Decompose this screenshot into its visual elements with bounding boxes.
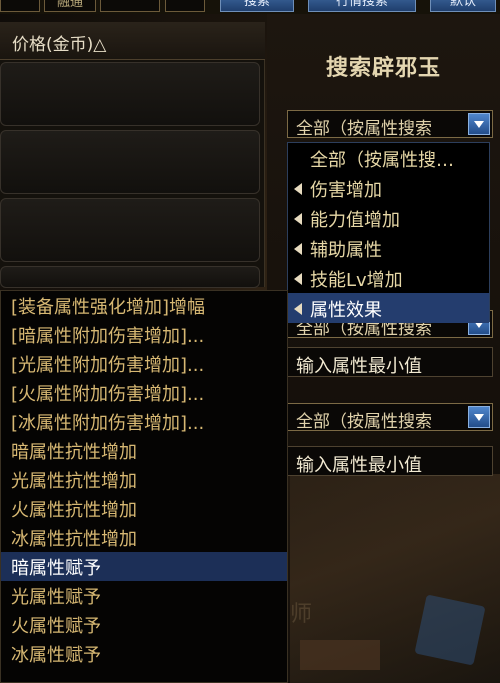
caret-left-icon: [294, 213, 302, 225]
category-select-value: 全部（按属性搜索: [296, 119, 432, 139]
result-row[interactable]: [0, 198, 260, 262]
price-column-header[interactable]: 价格(金币)△: [0, 22, 265, 60]
category-option-label: 能力值增加: [310, 210, 400, 231]
category-option-damage[interactable]: 伤害增加: [288, 173, 489, 203]
min-value-input-2[interactable]: 输入属性最小值: [287, 446, 493, 476]
caret-left-icon: [294, 183, 302, 195]
top-field-b[interactable]: [165, 0, 205, 12]
result-row[interactable]: [0, 130, 260, 194]
category-select[interactable]: 全部（按属性搜索: [287, 110, 493, 139]
caret-left-icon: [294, 303, 302, 315]
attribute-option[interactable]: 光属性赋予: [1, 581, 287, 610]
top-field-label[interactable]: 融通: [44, 0, 96, 12]
attribute-option[interactable]: [冰属性附加伤害增加]...: [1, 407, 287, 436]
attribute-option[interactable]: [光属性附加伤害增加]...: [1, 349, 287, 378]
category-option-stats[interactable]: 能力值增加: [288, 203, 489, 233]
category-option-label: 技能Lv增加: [310, 270, 403, 291]
top-field-a[interactable]: [100, 0, 160, 12]
chevron-down-icon[interactable]: [468, 406, 490, 428]
attribute-option[interactable]: 光属性抗性增加: [1, 465, 287, 494]
attribute-option[interactable]: [火属性附加伤害增加]...: [1, 378, 287, 407]
category-option-label: 辅助属性: [310, 240, 382, 261]
search-button[interactable]: 搜索: [220, 0, 294, 12]
attribute-option[interactable]: [装备属性强化增加]增幅: [1, 291, 287, 320]
attribute-dropdown-menu: [装备属性强化增加]增幅 [暗属性附加伤害增加]... [光属性附加伤害增加].…: [0, 290, 288, 683]
attribute-option[interactable]: 暗属性抗性增加: [1, 436, 287, 465]
attribute-select-2-value: 全部（按属性搜索: [296, 412, 432, 432]
scene-blue-crate: [414, 594, 486, 666]
category-option-all[interactable]: 全部（按属性搜…: [288, 143, 489, 173]
category-option-label: 全部（按属性搜…: [310, 150, 454, 171]
result-row[interactable]: [0, 266, 260, 288]
market-search-button[interactable]: 行情搜索: [308, 0, 416, 12]
search-panel-title: 搜索辟邪玉: [325, 55, 441, 81]
caret-left-icon: [294, 243, 302, 255]
category-option-label: 伤害增加: [310, 180, 382, 201]
caret-left-icon: [294, 273, 302, 285]
category-option-skill-level[interactable]: 技能Lv增加: [288, 263, 489, 293]
category-option-elemental[interactable]: 属性效果: [288, 293, 489, 323]
category-option-support[interactable]: 辅助属性: [288, 233, 489, 263]
scene-chest: [300, 640, 380, 670]
category-option-label: 属性效果: [310, 300, 382, 321]
attribute-select-2[interactable]: 全部（按属性搜索: [287, 403, 493, 432]
background-sign-text: 师: [290, 602, 313, 627]
top-toolbar: 融通 搜索 行情搜索 默认: [0, 0, 500, 14]
attribute-option[interactable]: 冰属性抗性增加: [1, 523, 287, 552]
chevron-down-icon[interactable]: [468, 113, 490, 135]
attribute-option-selected[interactable]: 暗属性赋予: [1, 552, 287, 581]
result-row[interactable]: [0, 62, 260, 126]
attribute-option[interactable]: 冰属性赋予: [1, 639, 287, 668]
attribute-option[interactable]: 火属性赋予: [1, 610, 287, 639]
default-button[interactable]: 默认: [430, 0, 496, 12]
min-value-input-1[interactable]: 输入属性最小值: [287, 347, 493, 377]
category-dropdown-menu: 全部（按属性搜… 伤害增加 能力值增加 辅助属性 技能Lv增加 属性效果: [287, 142, 490, 323]
top-field-left[interactable]: [0, 0, 40, 12]
attribute-option[interactable]: 火属性抗性增加: [1, 494, 287, 523]
attribute-option[interactable]: [暗属性附加伤害增加]...: [1, 320, 287, 349]
results-panel: 价格(金币)△: [0, 22, 265, 288]
